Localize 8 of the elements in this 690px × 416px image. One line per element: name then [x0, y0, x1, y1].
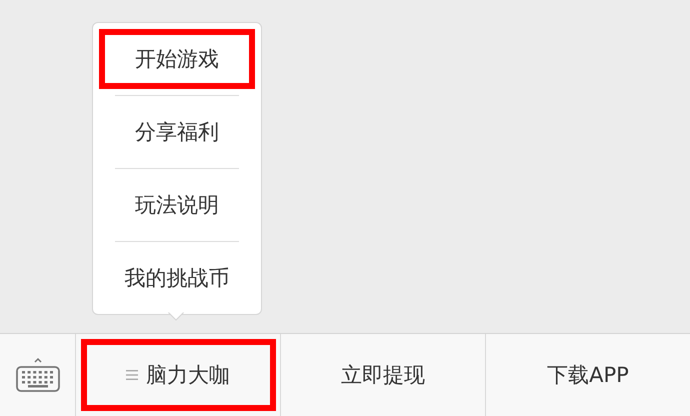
menu-tab[interactable]: 下载APP [486, 334, 690, 416]
menu-tab[interactable]: 脑力大咖 [76, 334, 281, 416]
submenu-item[interactable]: 玩法说明 [93, 169, 261, 241]
menu-tab[interactable]: 立即提现 [281, 334, 486, 416]
submenu-item[interactable]: 我的挑战币 [93, 242, 261, 314]
submenu-item[interactable]: 开始游戏 [93, 23, 261, 95]
submenu-item[interactable]: 分享福利 [93, 96, 261, 168]
keyboard-icon[interactable] [16, 357, 60, 393]
